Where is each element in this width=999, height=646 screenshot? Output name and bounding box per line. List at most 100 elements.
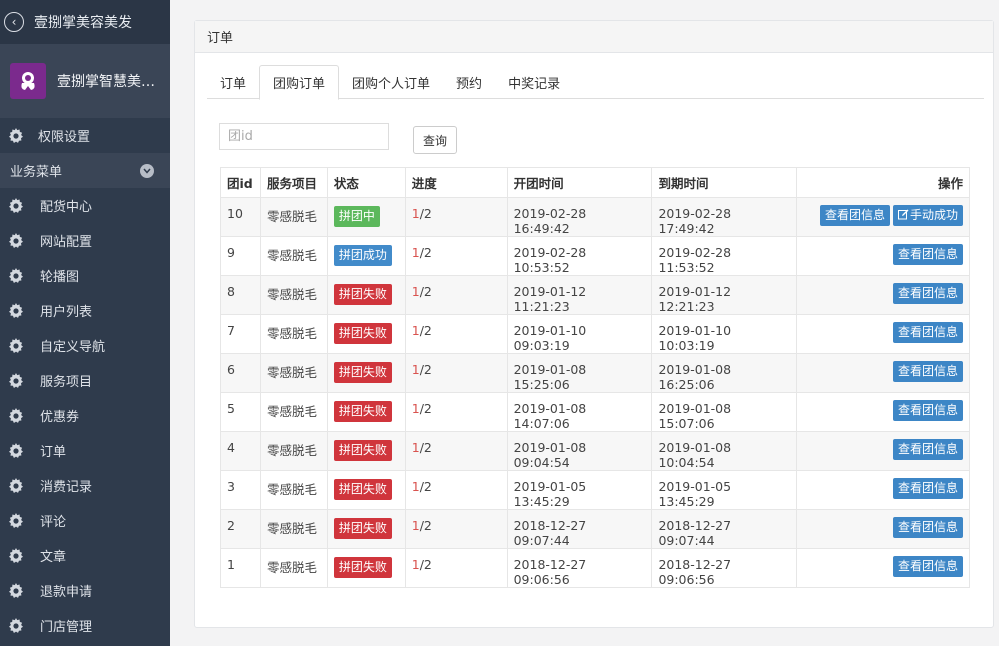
tab-3[interactable]: 预约 (443, 65, 495, 99)
view-group-button[interactable]: 查看团信息 (892, 361, 963, 382)
column-header: 到期时间 (651, 167, 798, 198)
avatar (10, 63, 46, 99)
sidebar-item-label: 评论 (40, 515, 67, 530)
gear-icon (8, 267, 24, 284)
status-badge: 拼团失败 (333, 362, 392, 383)
progress-done: 1 (411, 362, 420, 377)
sidebar-item-label: 权限设置 (38, 130, 91, 145)
sidebar-item-label: 优惠券 (40, 410, 80, 425)
progress-done: 1 (411, 479, 420, 494)
manual-success-button[interactable]: 手动成功 (892, 205, 963, 227)
cell-service: 零感脱毛 (259, 509, 328, 549)
cell-end-time: 2019-01-08 16:25:06 (651, 353, 798, 393)
sidebar-item-12[interactable]: 门店管理 (0, 608, 170, 643)
cell-start-time: 2019-01-12 11:21:23 (506, 275, 653, 315)
progress-total: /2 (419, 401, 432, 416)
status-badge: 拼团中 (333, 206, 380, 227)
query-button[interactable]: 查询 (413, 126, 457, 154)
progress-done: 1 (411, 206, 420, 221)
status-badge: 拼团成功 (333, 245, 392, 266)
table-row: 9 零感脱毛 拼团成功 1/2 2019-02-28 10:53:52 2019-02-2… (220, 236, 970, 276)
edit-icon (897, 206, 909, 227)
sidebar-item-6[interactable]: 优惠券 (0, 398, 170, 433)
gear-icon (8, 232, 24, 249)
tab-2[interactable]: 团购个人订单 (339, 65, 443, 99)
menu-section-label: 业务菜单 (10, 165, 63, 180)
view-group-button[interactable]: 查看团信息 (892, 322, 963, 343)
gear-icon (8, 547, 24, 564)
app-title: 壹捌掌美容美发 (34, 15, 132, 31)
progress-done: 1 (411, 245, 420, 260)
progress-done: 1 (411, 440, 420, 455)
cell-start-time: 2019-01-08 09:04:54 (506, 431, 653, 471)
cell-progress: 1/2 (404, 548, 508, 588)
cell-status: 拼团失败 (326, 275, 406, 315)
cell-status: 拼团成功 (326, 236, 406, 276)
cell-end-time: 2019-01-12 12:21:23 (651, 275, 798, 315)
view-group-button[interactable]: 查看团信息 (819, 205, 890, 226)
back-icon[interactable]: ‹ (4, 12, 24, 32)
sidebar-item-label: 订单 (40, 445, 67, 460)
view-group-button[interactable]: 查看团信息 (892, 517, 963, 538)
cell-actions: 查看团信息 手动成功 (796, 197, 970, 237)
view-group-button[interactable]: 查看团信息 (892, 439, 963, 460)
tab-4[interactable]: 中奖记录 (495, 65, 573, 99)
group-id-search-input[interactable] (219, 123, 389, 150)
cell-actions: 查看团信息 (796, 392, 970, 432)
sidebar-item-0[interactable]: 配货中心 (0, 188, 170, 223)
cell-end-time: 2019-02-28 17:49:42 (651, 197, 798, 237)
sidebar-item-3[interactable]: 用户列表 (0, 293, 170, 328)
panel-title: 订单 (195, 21, 993, 53)
sidebar-item-11[interactable]: 退款申请 (0, 573, 170, 608)
sidebar-item-2[interactable]: 轮播图 (0, 258, 170, 293)
cell-actions: 查看团信息 (796, 236, 970, 276)
column-header: 操作 (796, 167, 970, 198)
progress-total: /2 (419, 518, 432, 533)
view-group-button[interactable]: 查看团信息 (892, 478, 963, 499)
sidebar-item-9[interactable]: 评论 (0, 503, 170, 538)
gear-icon (8, 337, 24, 354)
sidebar-item-7[interactable]: 订单 (0, 433, 170, 468)
cell-group-id: 10 (220, 197, 261, 237)
sidebar-item-label: 服务项目 (40, 375, 93, 390)
tab-0[interactable]: 订单 (207, 65, 259, 99)
progress-total: /2 (419, 557, 432, 572)
orders-panel: 订单 订单团购订单团购个人订单预约中奖记录 查询 团id服务项目状态进度开团时间… (194, 20, 994, 628)
brand: 壹捌掌智慧美容美发 (0, 44, 170, 118)
table-row: 10 零感脱毛 拼团中 1/2 2019-02-28 16:49:42 2019-02-2… (220, 197, 970, 237)
progress-done: 1 (411, 284, 420, 299)
table-row: 4 零感脱毛 拼团失败 1/2 2019-01-08 09:04:54 2019-01-0… (220, 431, 970, 471)
progress-total: /2 (419, 479, 432, 494)
progress-total: /2 (419, 206, 432, 221)
gear-icon (8, 442, 24, 459)
cell-service: 零感脱毛 (259, 470, 328, 510)
sidebar: ‹ 壹捌掌美容美发 壹捌掌智慧美容美发 权限设置 业务菜单 配货中心网站配置轮播… (0, 0, 170, 646)
cell-status: 拼团失败 (326, 392, 406, 432)
sidebar-item-top-0[interactable]: 权限设置 (0, 118, 170, 153)
sidebar-item-10[interactable]: 文章 (0, 538, 170, 573)
view-group-button[interactable]: 查看团信息 (892, 400, 963, 421)
view-group-button[interactable]: 查看团信息 (892, 556, 963, 577)
tab-1[interactable]: 团购订单 (259, 65, 340, 100)
progress-done: 1 (411, 401, 420, 416)
cell-group-id: 1 (220, 548, 261, 588)
cell-group-id: 7 (220, 314, 261, 354)
sidebar-item-4[interactable]: 自定义导航 (0, 328, 170, 363)
cell-service: 零感脱毛 (259, 431, 328, 471)
cell-progress: 1/2 (404, 470, 508, 510)
gear-icon (8, 477, 24, 494)
sidebar-item-1[interactable]: 网站配置 (0, 223, 170, 258)
view-group-button[interactable]: 查看团信息 (892, 244, 963, 265)
gear-icon (8, 302, 24, 319)
cell-group-id: 2 (220, 509, 261, 549)
cell-status: 拼团失败 (326, 470, 406, 510)
group-orders-table: 团id 服务项目 状态 进度 开团时间 到期时间 操作 10 零感脱毛 拼团中 1/2 2019-0… (220, 167, 970, 588)
menu-section-business[interactable]: 业务菜单 (0, 153, 170, 188)
view-group-button[interactable]: 查看团信息 (892, 283, 963, 304)
sidebar-header: ‹ 壹捌掌美容美发 (0, 0, 170, 44)
progress-total: /2 (419, 323, 432, 338)
cell-status: 拼团失败 (326, 431, 406, 471)
sidebar-item-8[interactable]: 消费记录 (0, 468, 170, 503)
sidebar-item-5[interactable]: 服务项目 (0, 363, 170, 398)
cell-group-id: 9 (220, 236, 261, 276)
